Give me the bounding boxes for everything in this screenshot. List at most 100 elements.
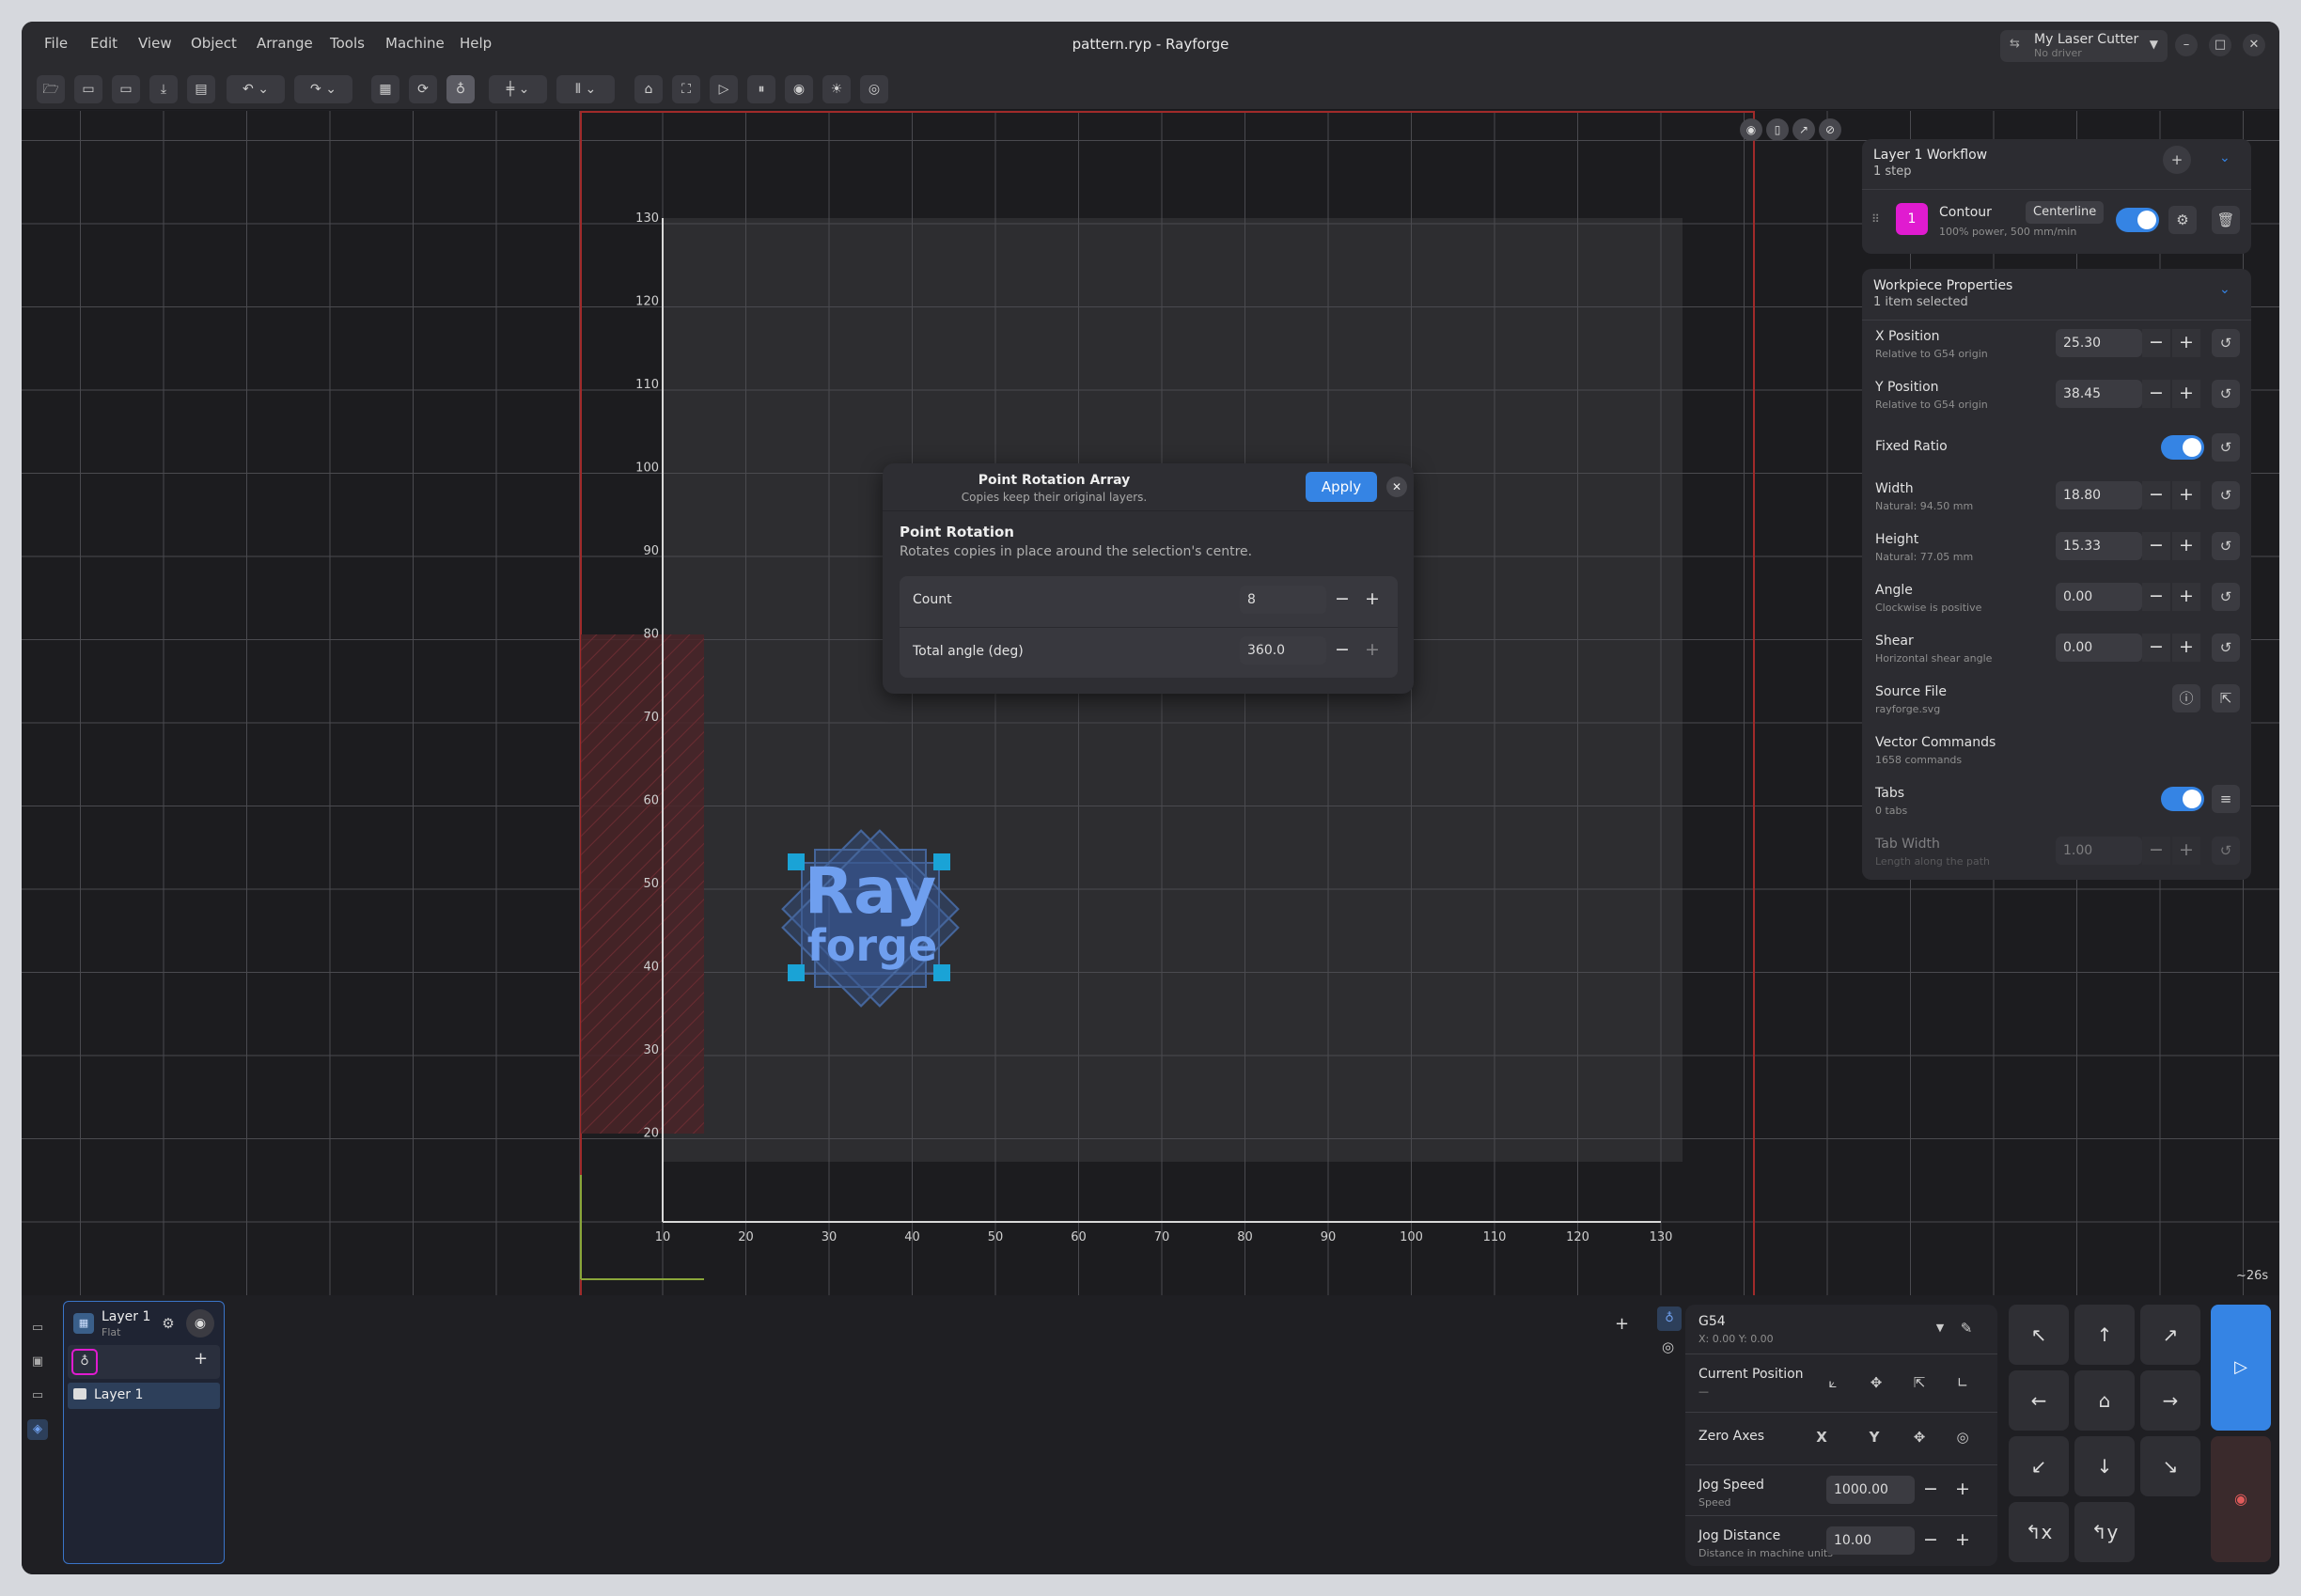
info-icon[interactable]: ⓘ xyxy=(2172,684,2200,712)
console-icon[interactable]: ▭ xyxy=(27,1385,48,1406)
home-y-button[interactable]: ↰y xyxy=(2074,1502,2135,1562)
angle-decrement-button[interactable]: − xyxy=(1328,636,1356,665)
emergency-stop-button[interactable]: ◉ xyxy=(2211,1436,2271,1562)
jog-right-button[interactable]: → xyxy=(2140,1370,2200,1431)
document-icon[interactable]: ▭ xyxy=(27,1318,48,1338)
shear-decrement-button[interactable]: − xyxy=(2142,634,2170,662)
wcs-selector[interactable]: G54 xyxy=(1698,1314,1726,1329)
jog-distance-input[interactable]: 10.00 xyxy=(1826,1526,1915,1555)
x-position-input[interactable]: 25.30 xyxy=(2056,329,2142,357)
save-as-icon[interactable]: ▭ xyxy=(112,75,140,103)
shear-input[interactable]: 0.00 xyxy=(2056,634,2142,662)
menu-arrange[interactable]: Arrange xyxy=(257,35,313,52)
gcode-icon[interactable]: ▦ xyxy=(371,75,399,103)
redo-button[interactable]: ↷ ⌄ xyxy=(294,75,352,103)
gear-icon[interactable]: ⚙ xyxy=(154,1309,182,1338)
trash-icon[interactable]: 🗑 xyxy=(2212,206,2240,234)
target-icon[interactable]: ◎ xyxy=(1662,1338,1674,1355)
width-reset-icon[interactable]: ↺ xyxy=(2212,481,2240,509)
save-icon[interactable]: ▭ xyxy=(74,75,102,103)
chevron-down-icon[interactable]: ⌄ xyxy=(2219,150,2231,165)
no-travel-icon[interactable]: ⊘ xyxy=(1819,118,1841,141)
add-step-button[interactable]: + xyxy=(2163,146,2191,174)
path-icon[interactable]: ↗ xyxy=(1792,118,1815,141)
y-decrement-button[interactable]: − xyxy=(2142,380,2170,408)
open-icon[interactable]: 🗁 xyxy=(37,75,65,103)
chevron-down-icon[interactable]: ⌄ xyxy=(2219,282,2231,297)
height-decrement-button[interactable]: − xyxy=(2142,532,2170,560)
home-x-button[interactable]: ↰x xyxy=(2009,1502,2069,1562)
menu-tools[interactable]: Tools xyxy=(330,35,365,52)
pause-icon[interactable]: ⏸ xyxy=(747,75,775,103)
count-increment-button[interactable]: + xyxy=(1358,586,1386,614)
chevron-down-icon[interactable]: ▼ xyxy=(1926,1314,1954,1342)
distribute-button[interactable]: ⦀ ⌄ xyxy=(556,75,615,103)
y-increment-button[interactable]: + xyxy=(2172,380,2200,408)
shear-increment-button[interactable]: + xyxy=(2172,634,2200,662)
add-step-button[interactable]: + xyxy=(194,1349,208,1369)
jog-up-right-button[interactable]: ↗ xyxy=(2140,1305,2200,1365)
add-layer-button[interactable]: + xyxy=(1615,1314,1629,1334)
width-decrement-button[interactable]: − xyxy=(2142,481,2170,509)
frame-icon[interactable]: ⛶ xyxy=(672,75,700,103)
tabs-toggle[interactable] xyxy=(2161,787,2204,811)
height-input[interactable]: 15.33 xyxy=(2056,532,2142,560)
height-reset-icon[interactable]: ↺ xyxy=(2212,532,2240,560)
gear-icon[interactable]: ⚙ xyxy=(2168,206,2197,234)
jog-down-left-button[interactable]: ↙ xyxy=(2009,1436,2069,1496)
angle-reset-icon[interactable]: ↺ xyxy=(2212,583,2240,611)
machine-selector[interactable]: ⇆ My Laser Cutter No driver ▼ xyxy=(2000,30,2168,62)
zero-target-icon[interactable]: ◎ xyxy=(1949,1423,1977,1451)
home-icon[interactable]: ⌂ xyxy=(634,75,663,103)
y-reset-icon[interactable]: ↺ xyxy=(2212,380,2240,408)
drag-handle-icon[interactable]: ⠿ xyxy=(1871,212,1880,226)
width-increment-button[interactable]: + xyxy=(2172,481,2200,509)
ratio-reset-icon[interactable]: ↺ xyxy=(2212,433,2240,462)
zero-y-button[interactable]: Y xyxy=(1860,1423,1888,1451)
shear-reset-icon[interactable]: ↺ xyxy=(2212,634,2240,662)
jog-speed-input[interactable]: 1000.00 xyxy=(1826,1476,1915,1504)
set-xy-icon[interactable]: ⟀ xyxy=(1819,1369,1847,1397)
menu-view[interactable]: View xyxy=(138,35,172,52)
menu-file[interactable]: File xyxy=(44,35,68,52)
speed-decrement-button[interactable]: − xyxy=(1917,1476,1945,1504)
move-icon[interactable]: ✥ xyxy=(1862,1369,1890,1397)
jog-up-button[interactable]: ↑ xyxy=(2074,1305,2135,1365)
total-angle-input[interactable]: 360.0 xyxy=(1240,636,1326,665)
jog-home-button[interactable]: ⌂ xyxy=(2074,1370,2135,1431)
travel-icon[interactable]: ♁ xyxy=(446,75,475,103)
distance-increment-button[interactable]: + xyxy=(1949,1526,1977,1555)
y-position-input[interactable]: 38.45 xyxy=(2056,380,2142,408)
angle-increment-button[interactable]: + xyxy=(1358,636,1386,665)
tab-width-increment-button[interactable]: + xyxy=(2172,837,2200,865)
goto-icon[interactable]: ⇱ xyxy=(1905,1369,1933,1397)
speed-increment-button[interactable]: + xyxy=(1949,1476,1977,1504)
export-icon[interactable]: ▤ xyxy=(187,75,215,103)
import-icon[interactable]: ⤓ xyxy=(149,75,178,103)
tab-width-input[interactable]: 1.00 xyxy=(2056,837,2142,865)
edit-icon[interactable]: ✎ xyxy=(1952,1314,1980,1342)
menu-object[interactable]: Object xyxy=(191,35,237,52)
count-input[interactable]: 8 xyxy=(1240,586,1326,614)
step-enable-toggle[interactable] xyxy=(2116,208,2159,232)
angle-input[interactable]: 0.00 xyxy=(2056,583,2142,611)
width-input[interactable]: 18.80 xyxy=(2056,481,2142,509)
angle-decrement-button[interactable]: − xyxy=(2142,583,2170,611)
close-icon[interactable]: ✕ xyxy=(1386,477,1407,497)
send-icon[interactable]: ▷ xyxy=(710,75,738,103)
height-increment-button[interactable]: + xyxy=(2172,532,2200,560)
tab-width-reset-icon[interactable]: ↺ xyxy=(2212,837,2240,865)
layer-list-item[interactable]: Layer 1 xyxy=(68,1383,220,1409)
angle-increment-button[interactable]: + xyxy=(2172,583,2200,611)
zero-xy-icon[interactable]: ✥ xyxy=(1905,1423,1933,1451)
origin-icon[interactable]: ∟ xyxy=(1949,1369,1977,1397)
close-window-button[interactable]: ✕ xyxy=(2243,34,2265,56)
work-canvas[interactable]: 10 20 30 40 50 60 70 80 90 100 110 120 130 130 120 110… xyxy=(22,111,2279,1295)
align-button[interactable]: ╪ ⌄ xyxy=(489,75,547,103)
run-job-button[interactable]: ▷ xyxy=(2211,1305,2271,1431)
maximize-button[interactable]: □ xyxy=(2209,34,2231,56)
layers-icon[interactable]: ◈ xyxy=(27,1419,48,1440)
open-external-icon[interactable]: ⇱ xyxy=(2212,684,2240,712)
jog-down-right-button[interactable]: ↘ xyxy=(2140,1436,2200,1496)
focus-icon[interactable]: ☀ xyxy=(822,75,851,103)
